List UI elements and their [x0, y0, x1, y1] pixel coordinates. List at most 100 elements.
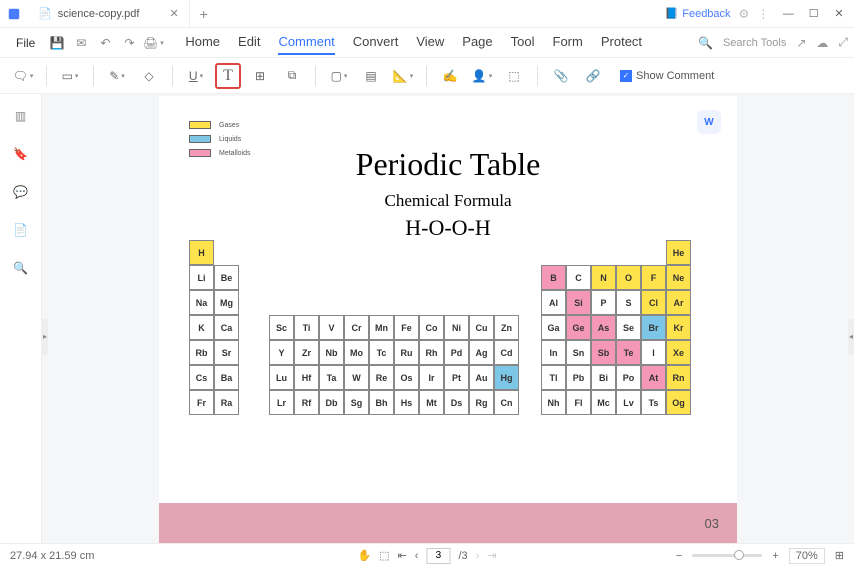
element-He: He — [666, 240, 691, 265]
legend-liquids: Liquids — [219, 136, 241, 143]
print-icon[interactable]: 🖨▾ — [143, 33, 163, 53]
maximize-button[interactable]: ☐ — [803, 2, 825, 24]
attachment-tool[interactable]: 📎 — [548, 63, 574, 89]
text-comment-tool[interactable]: T — [215, 63, 241, 89]
menu-home[interactable]: Home — [185, 30, 220, 55]
element-Ru: Ru — [394, 340, 419, 365]
element-H: H — [189, 240, 214, 265]
element-Po: Po — [616, 365, 641, 390]
element-P: P — [591, 290, 616, 315]
next-page-icon[interactable]: › — [476, 550, 480, 562]
element-Te: Te — [616, 340, 641, 365]
element-Lr: Lr — [269, 390, 294, 415]
prev-page-icon[interactable]: ‹ — [415, 550, 419, 562]
note-tool[interactable]: 🗨▾ — [10, 63, 36, 89]
document-tab[interactable]: 📄 science-copy.pdf ✕ — [28, 0, 190, 28]
zoom-in-icon[interactable]: + — [772, 550, 778, 562]
file-menu[interactable]: File — [6, 32, 45, 54]
page-input[interactable] — [426, 548, 450, 564]
show-comment-label: Show Comment — [636, 70, 714, 82]
search-panel-icon[interactable]: 🔍 — [11, 258, 31, 278]
feedback-button[interactable]: 📘 Feedback — [665, 7, 731, 20]
element-Hg: Hg — [494, 365, 519, 390]
expand-right-icon[interactable]: ◂ — [848, 319, 854, 355]
area-tool[interactable]: ⬚ — [501, 63, 527, 89]
comment-toolbar: 🗨▾ ▭▾ ✎▾ ◇ U▾ T ⊞ ⧉ ▢▾ ▤ 📐▾ ✍ 👤▾ ⬚ 📎 🔗 ✓… — [0, 58, 854, 94]
share-icon[interactable]: ↗ — [796, 36, 806, 50]
element-Si: Si — [566, 290, 591, 315]
periodic-table: HHeLiBeBCNOFNeNaMgAlSiPSClArKCaScTiVCrMn… — [189, 245, 707, 425]
menu-view[interactable]: View — [416, 30, 444, 55]
redo-icon[interactable]: ↷ — [119, 33, 139, 53]
measure-tool[interactable]: 📐▾ — [390, 63, 416, 89]
undo-icon[interactable]: ↶ — [95, 33, 115, 53]
element-Rb: Rb — [189, 340, 214, 365]
element-Fl: Fl — [566, 390, 591, 415]
fit-page-icon[interactable]: ⊞ — [835, 549, 844, 562]
zoom-out-icon[interactable]: − — [676, 550, 682, 562]
menu-page[interactable]: Page — [462, 30, 492, 55]
pdf-page: W Gases Liquids Metalloids Periodic Tabl… — [159, 96, 737, 543]
first-page-icon[interactable]: ⇤ — [398, 549, 407, 562]
attachments-panel-icon[interactable]: 📄 — [11, 220, 31, 240]
element-Sn: Sn — [566, 340, 591, 365]
close-window-button[interactable]: ✕ — [828, 2, 850, 24]
expand-left-icon[interactable]: ▸ — [42, 319, 48, 355]
expand-icon[interactable]: ⤢ — [838, 35, 848, 50]
element-Ba: Ba — [214, 365, 239, 390]
element-Db: Db — [319, 390, 344, 415]
element-Fr: Fr — [189, 390, 214, 415]
menu-tool[interactable]: Tool — [511, 30, 535, 55]
element-Zn: Zn — [494, 315, 519, 340]
mail-icon[interactable]: ✉ — [71, 33, 91, 53]
highlight-tool[interactable]: ▭▾ — [57, 63, 83, 89]
text-box-tool[interactable]: ⊞ — [247, 63, 273, 89]
zoom-slider[interactable] — [692, 554, 762, 557]
thumbnails-icon[interactable]: ▥ — [11, 106, 31, 126]
last-page-icon[interactable]: ⇥ — [487, 549, 496, 562]
page-number: 03 — [705, 516, 719, 531]
word-export-badge[interactable]: W — [697, 110, 721, 134]
menu-edit[interactable]: Edit — [238, 30, 260, 55]
comments-panel-icon[interactable]: 💬 — [11, 182, 31, 202]
more-icon[interactable]: ⋮ — [757, 7, 769, 21]
element-O: O — [616, 265, 641, 290]
zoom-level[interactable]: 70% — [789, 548, 825, 564]
menu-protect[interactable]: Protect — [601, 30, 642, 55]
settings-icon[interactable]: ⚙ — [739, 7, 750, 21]
element-Ta: Ta — [319, 365, 344, 390]
shape-tool[interactable]: ▢▾ — [326, 63, 352, 89]
canvas-area[interactable]: ▸ ◂ W Gases Liquids Metalloids Periodic … — [42, 94, 854, 543]
save-icon[interactable]: 💾 — [47, 33, 67, 53]
search-tools-icon[interactable]: 🔍 — [698, 36, 713, 50]
callout-tool[interactable]: ⧉ — [279, 63, 305, 89]
select-tool-icon[interactable]: ⬚ — [379, 549, 389, 562]
add-tab-button[interactable]: + — [190, 6, 218, 22]
bookmark-icon[interactable]: 🔖 — [11, 144, 31, 164]
stamp-tool[interactable]: ▤ — [358, 63, 384, 89]
menu-form[interactable]: Form — [553, 30, 583, 55]
close-tab-icon[interactable]: ✕ — [169, 7, 178, 20]
stamp-library-tool[interactable]: 👤▾ — [469, 63, 495, 89]
menu-bar: File 💾 ✉ ↶ ↷ 🖨▾ Home Edit Comment Convert Vi… — [0, 28, 854, 58]
eraser-tool[interactable]: ◇ — [136, 63, 162, 89]
element-S: S — [616, 290, 641, 315]
minimize-button[interactable]: — — [777, 3, 799, 25]
underline-tool[interactable]: U▾ — [183, 63, 209, 89]
element-At: At — [641, 365, 666, 390]
element-Mo: Mo — [344, 340, 369, 365]
page-footer: 03 — [159, 503, 737, 543]
cloud-icon[interactable]: ☁ — [816, 36, 828, 50]
hand-tool-icon[interactable]: ✋ — [357, 549, 371, 562]
pencil-tool[interactable]: ✎▾ — [104, 63, 130, 89]
show-comment-toggle[interactable]: ✓ Show Comment — [620, 70, 714, 82]
signature-tool[interactable]: ✍ — [437, 63, 463, 89]
search-tools-label[interactable]: Search Tools — [723, 37, 786, 49]
element-V: V — [319, 315, 344, 340]
feedback-label: Feedback — [682, 8, 730, 20]
element-Be: Be — [214, 265, 239, 290]
menu-comment[interactable]: Comment — [278, 30, 334, 55]
link-tool[interactable]: 🔗 — [580, 63, 606, 89]
element-Mg: Mg — [214, 290, 239, 315]
menu-convert[interactable]: Convert — [353, 30, 399, 55]
